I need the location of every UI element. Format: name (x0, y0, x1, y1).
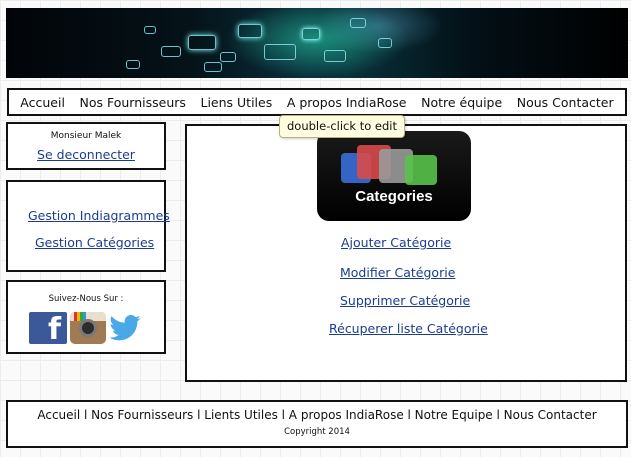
nav-item-contact[interactable]: Nous Contacter (517, 95, 614, 110)
header-banner (6, 8, 628, 78)
gestion-indiagrammes-link[interactable]: Gestion Indiagrammes (28, 208, 170, 223)
footer: Accueil l Nos Fournisseurs l Lients Util… (6, 400, 628, 448)
categories-icon-label: Categories (355, 188, 433, 205)
management-panel: Gestion Indiagrammes Gestion Catégories (6, 180, 170, 272)
gestion-categories-link[interactable]: Gestion Catégories (35, 235, 154, 250)
logout-link[interactable]: Se deconnecter (37, 147, 135, 162)
main-nav: Accueil Nos Fournisseurs Liens Utiles A … (7, 88, 627, 116)
categories-icon: Categories (317, 131, 471, 221)
follow-title: Suivez-Nous Sur : (48, 294, 124, 304)
nav-item-accueil[interactable]: Accueil (20, 95, 65, 110)
modifier-categorie-link[interactable]: Modifier Catégorie (340, 265, 455, 280)
nav-item-liens-utiles[interactable]: Liens Utiles (200, 95, 272, 110)
ajouter-categorie-link[interactable]: Ajouter Catégorie (341, 235, 451, 250)
nav-item-fournisseurs[interactable]: Nos Fournisseurs (80, 95, 186, 110)
nav-item-equipe[interactable]: Notre équipe (421, 95, 502, 110)
user-panel: Monsieur Malek Se deconnecter (6, 122, 166, 170)
facebook-icon[interactable]: f (29, 312, 67, 344)
copyright: Copyright 2014 (284, 427, 350, 437)
recuperer-liste-categorie-link[interactable]: Récuperer liste Catégorie (329, 321, 488, 336)
main-content: Categories Ajouter Catégorie Modifier Ca… (185, 124, 627, 382)
twitter-icon[interactable] (109, 315, 141, 341)
supprimer-categorie-link[interactable]: Supprimer Catégorie (340, 293, 470, 308)
user-name: Monsieur Malek (50, 131, 122, 141)
instagram-icon[interactable] (70, 312, 106, 344)
social-panel: Suivez-Nous Sur : f (6, 280, 166, 354)
footer-links[interactable]: Accueil l Nos Fournisseurs l Lients Util… (8, 408, 626, 422)
edit-tooltip: double-click to edit (279, 115, 405, 138)
nav-item-a-propos[interactable]: A propos IndiaRose (287, 95, 407, 110)
